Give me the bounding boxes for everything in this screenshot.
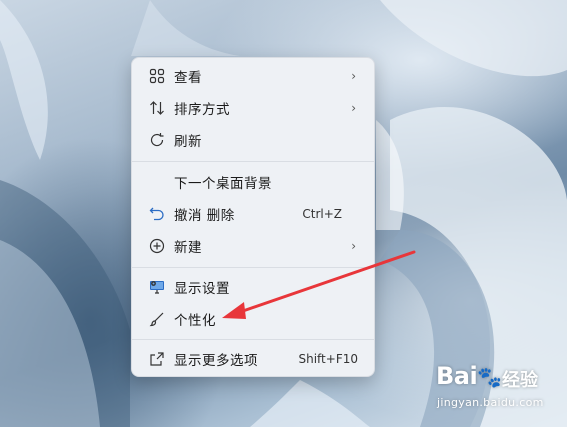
menu-divider xyxy=(132,161,374,162)
menu-item-display-settings[interactable]: 显示设置 xyxy=(136,272,370,302)
menu-item-label: 新建 xyxy=(174,240,202,256)
watermark-url: jingyan.baidu.com xyxy=(437,396,544,409)
menu-item-show-more-options[interactable]: 显示更多选项 Shift+F10 xyxy=(136,344,370,374)
menu-item-new[interactable]: 新建 › xyxy=(136,231,370,261)
chevron-right-icon: › xyxy=(351,69,356,83)
plus-circle-icon xyxy=(148,237,166,255)
menu-item-label: 排序方式 xyxy=(174,102,230,118)
menu-item-label: 显示更多选项 xyxy=(174,353,258,369)
menu-item-label: 下一个桌面背景 xyxy=(174,176,272,192)
display-settings-icon xyxy=(148,278,166,296)
menu-item-label: 显示设置 xyxy=(174,281,230,297)
menu-item-view[interactable]: 查看 › xyxy=(136,61,370,91)
refresh-icon xyxy=(148,131,166,149)
shortcut-text: Ctrl+Z xyxy=(302,207,342,221)
chevron-right-icon: › xyxy=(351,239,356,253)
menu-divider xyxy=(132,339,374,340)
menu-divider xyxy=(132,267,374,268)
watermark-brand: Bai🐾 xyxy=(436,362,502,390)
menu-item-refresh[interactable]: 刷新 xyxy=(136,125,370,155)
menu-item-label: 撤消 删除 xyxy=(174,208,235,224)
menu-item-label: 个性化 xyxy=(174,313,216,329)
chevron-right-icon: › xyxy=(351,101,356,115)
grid-icon xyxy=(148,67,166,85)
menu-item-label: 查看 xyxy=(174,70,202,86)
menu-item-personalize[interactable]: 个性化 xyxy=(136,304,370,334)
undo-icon xyxy=(148,205,166,223)
menu-item-next-background[interactable]: 下一个桌面背景 xyxy=(136,167,370,197)
menu-item-undo-delete[interactable]: 撤消 删除 Ctrl+Z xyxy=(136,199,370,229)
watermark-brand-cn: 经验 xyxy=(502,370,538,391)
menu-item-sort-by[interactable]: 排序方式 › xyxy=(136,93,370,123)
baidu-jingyan-watermark: Bai🐾 经验 jingyan.baidu.com xyxy=(436,360,566,420)
shortcut-text: Shift+F10 xyxy=(298,352,358,366)
brush-icon xyxy=(148,310,166,328)
share-icon xyxy=(148,350,166,368)
desktop-context-menu: 查看 › 排序方式 › 刷新 下一个桌面背景 撤消 删除 Ctrl+Z 新建 › xyxy=(131,57,375,377)
sort-icon xyxy=(148,99,166,117)
menu-item-label: 刷新 xyxy=(174,134,202,150)
